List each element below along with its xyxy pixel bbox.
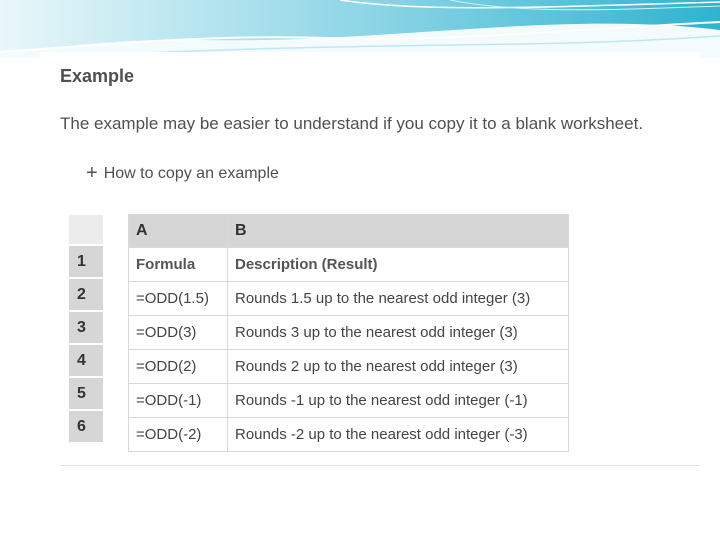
- table-row: Formula Description (Result): [128, 247, 569, 282]
- cell-formula: =ODD(-2): [128, 417, 228, 452]
- table-row: =ODD(-2) Rounds -2 up to the nearest odd…: [128, 417, 569, 452]
- cell-formula: =ODD(1.5): [128, 281, 228, 316]
- cell-description: Rounds 2 up to the nearest odd integer (…: [227, 349, 569, 384]
- intro-text: The example may be easier to understand …: [60, 114, 644, 133]
- row-number: 5: [69, 378, 103, 411]
- plus-icon: +: [86, 162, 98, 184]
- row-header-corner: [69, 215, 103, 246]
- column-header: B: [227, 214, 569, 248]
- cell-description: Rounds 3 up to the nearest odd integer (…: [227, 315, 569, 350]
- cell-formula: =ODD(2): [128, 349, 228, 384]
- how-to-copy-link[interactable]: + How to copy an example: [86, 161, 279, 184]
- section-heading: Example: [60, 66, 135, 86]
- table-row: =ODD(2) Rounds 2 up to the nearest odd i…: [128, 349, 569, 384]
- row-number: 3: [69, 312, 103, 345]
- example-table: A B Formula Description (Result) =ODD(1.…: [128, 214, 569, 452]
- cell-description: Rounds -1 up to the nearest odd integer …: [227, 383, 569, 418]
- column-header-row: A B: [128, 214, 569, 248]
- cell-formula: =ODD(3): [128, 315, 228, 350]
- cell-formula-header: Formula: [128, 247, 228, 282]
- table-row: =ODD(3) Rounds 3 up to the nearest odd i…: [128, 315, 569, 350]
- how-to-copy-label: How to copy an example: [103, 165, 279, 182]
- cell-description-header: Description (Result): [227, 247, 569, 282]
- row-number: 1: [69, 246, 103, 279]
- cell-description: Rounds -2 up to the nearest odd integer …: [227, 417, 569, 452]
- row-number: 6: [69, 411, 103, 444]
- cell-formula: =ODD(-1): [128, 383, 228, 418]
- row-number: 4: [69, 345, 103, 378]
- row-number: 2: [69, 279, 103, 312]
- row-number-column: 1 2 3 4 5 6: [69, 215, 103, 444]
- decorative-banner: [0, 0, 720, 58]
- table-row: =ODD(-1) Rounds -1 up to the nearest odd…: [128, 383, 569, 418]
- divider: [60, 465, 700, 466]
- cell-description: Rounds 1.5 up to the nearest odd integer…: [227, 281, 569, 316]
- column-header: A: [128, 214, 228, 248]
- table-row: =ODD(1.5) Rounds 1.5 up to the nearest o…: [128, 281, 569, 316]
